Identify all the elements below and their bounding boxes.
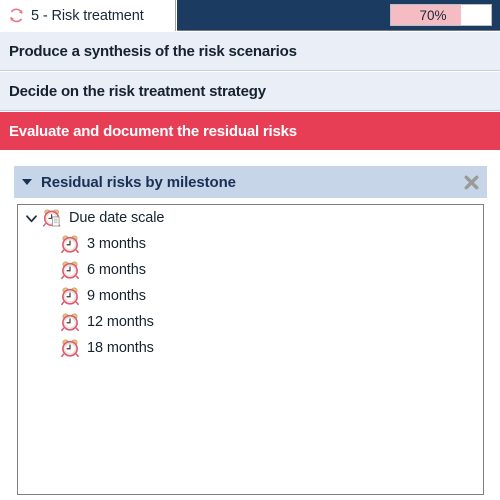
phase-tab-label: 5 - Risk treatment — [31, 7, 144, 24]
alarm-clock-icon — [61, 261, 79, 280]
task-row-list: Produce a synthesis of the risk scenario… — [0, 31, 500, 151]
alarm-clock-document-icon — [42, 209, 61, 227]
tree-node-label: 12 months — [87, 314, 154, 330]
task-row[interactable]: Decide on the risk treatment strategy — [0, 71, 500, 111]
task-row[interactable]: Produce a synthesis of the risk scenario… — [0, 31, 500, 71]
alarm-clock-icon — [61, 287, 79, 306]
milestone-tree[interactable]: Due date scale 3 months 6 months 9 month… — [17, 204, 484, 495]
task-row-label: Produce a synthesis of the risk scenario… — [9, 42, 297, 60]
tree-node-child[interactable]: 9 months — [18, 283, 483, 309]
close-x-icon[interactable] — [462, 173, 481, 192]
panel-header[interactable]: Residual risks by milestone — [14, 166, 487, 198]
alarm-clock-icon — [61, 339, 79, 358]
tree-node-label: 6 months — [87, 262, 146, 278]
alarm-clock-icon — [61, 313, 79, 332]
tree-node-label: 9 months — [87, 288, 146, 304]
tree-node-label: Due date scale — [69, 210, 165, 226]
tree-node-child[interactable]: 12 months — [18, 309, 483, 335]
task-row-selected[interactable]: Evaluate and document the residual risks — [0, 111, 500, 151]
tree-node-child[interactable]: 18 months — [18, 335, 483, 361]
alarm-clock-icon — [61, 235, 79, 254]
phase-tab[interactable]: 5 - Risk treatment — [0, 0, 176, 31]
tree-node-child[interactable]: 6 months — [18, 257, 483, 283]
task-row-label: Evaluate and document the residual risks — [9, 122, 297, 140]
panel-title: Residual risks by milestone — [41, 173, 236, 191]
progress-bar-label: 70% — [419, 7, 447, 23]
tree-node-child[interactable]: 3 months — [18, 231, 483, 257]
residual-risks-panel: Residual risks by milestone — [14, 166, 487, 198]
progress-bar-strip: 70% — [177, 0, 500, 31]
tree-node-root[interactable]: Due date scale — [18, 205, 483, 231]
tree-node-label: 18 months — [87, 340, 154, 356]
tree-node-label: 3 months — [87, 236, 146, 252]
progress-bar[interactable]: 70% — [390, 4, 492, 26]
cycle-refresh-icon — [10, 8, 23, 23]
top-bar: 70% 5 - Risk treatment — [0, 0, 500, 31]
chevron-down-icon[interactable] — [24, 211, 39, 226]
task-row-label: Decide on the risk treatment strategy — [9, 82, 266, 100]
caret-down-icon[interactable] — [22, 179, 32, 185]
